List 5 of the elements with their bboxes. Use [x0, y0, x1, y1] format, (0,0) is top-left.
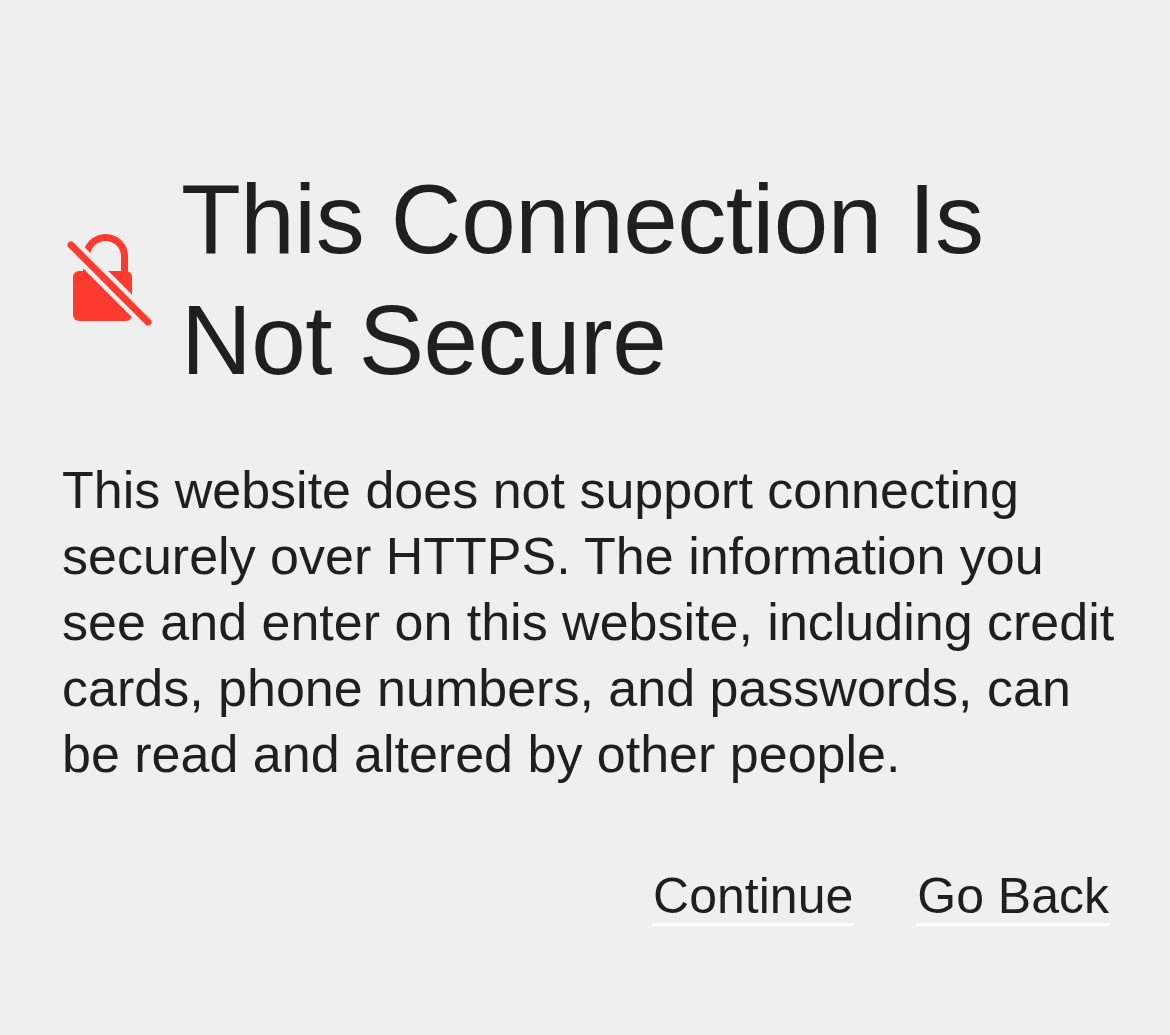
lock-slash-icon [67, 234, 153, 326]
warning-message: This website does not support connecting securely over HTTPS. The information you see and enter on this website, including credit cards, phone numbers, and passwords, can be read and altered by other people. [62, 460, 1116, 785]
page-title: This Connection Is Not Secure [181, 163, 985, 397]
go-back-button[interactable]: Go Back [916, 869, 1110, 926]
continue-button[interactable]: Continue [652, 869, 855, 926]
